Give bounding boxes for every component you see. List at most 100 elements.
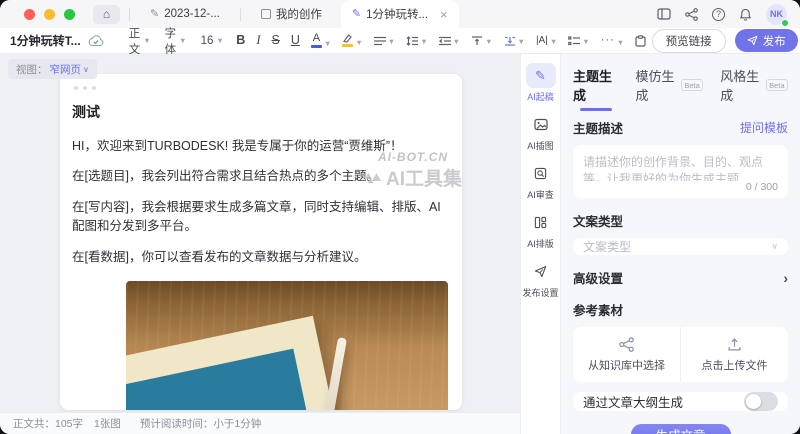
- letter-spacing-button[interactable]: |A| ▼: [536, 36, 557, 46]
- highlight-button[interactable]: ▼: [342, 34, 362, 47]
- underline-button[interactable]: U: [291, 34, 300, 47]
- doc-paragraph[interactable]: 在[写内容]，我会根据要求生成多篇文章，同时支持编辑、排版、AI配图和分发到多平…: [72, 198, 450, 237]
- doc-heading[interactable]: 测试: [72, 102, 450, 122]
- photo-paper: Start.: [126, 316, 358, 410]
- read-time: 预计阅读时间：小于1分钟: [140, 416, 261, 431]
- chevron-down-icon: ▼: [179, 37, 186, 45]
- upload-icon: [727, 337, 742, 352]
- close-window-button[interactable]: [24, 9, 35, 20]
- paste-format-button[interactable]: [635, 35, 646, 47]
- doc-paragraph[interactable]: 在[看数据]，你可以查看发布的文章数据与分析建议。: [72, 248, 450, 267]
- outline-toggle-label: 通过文章大纲生成: [583, 392, 683, 411]
- rail-item-ai-review[interactable]: AI审查: [526, 161, 556, 201]
- home-icon: ⌂: [103, 7, 110, 21]
- copy-type-label: 文案类型: [573, 211, 788, 230]
- more-button[interactable]: ··· ▼: [601, 35, 624, 46]
- titlebar: ⌂ ✎ 2023-12-... 我的创作 ✎ 1分钟玩转... × ?: [0, 0, 800, 28]
- panel-tabs: 主题生成 模仿生成 Beta 风格生成 Beta: [573, 66, 788, 104]
- pencil-icon: ✎: [352, 9, 361, 20]
- copy-type-select[interactable]: 文案类型 ∨: [573, 238, 788, 255]
- bold-button[interactable]: B: [236, 34, 245, 47]
- divider: [240, 8, 241, 21]
- titlebar-actions: ? NK: [657, 4, 787, 25]
- font-size-select[interactable]: 16 ▼: [201, 35, 224, 47]
- preview-link-button[interactable]: 预览链接: [652, 29, 726, 53]
- pencil-icon: ✎: [150, 9, 159, 20]
- chevron-down-icon: ▼: [324, 40, 331, 48]
- tab-label: 我的创作: [276, 6, 322, 22]
- chevron-down-icon: ▼: [216, 37, 223, 45]
- select-from-kb-button[interactable]: 从知识库中选择: [573, 327, 680, 382]
- bell-icon[interactable]: [739, 8, 752, 21]
- paragraph-spacing-button[interactable]: ▼: [471, 36, 492, 46]
- rail-item-ai-illustration[interactable]: AI插图: [526, 112, 556, 152]
- indent-icon: [439, 36, 451, 46]
- outline-toggle-row: 通过文章大纲生成: [573, 392, 788, 411]
- minimize-window-button[interactable]: [44, 9, 55, 20]
- chevron-down-icon: ▼: [550, 38, 557, 46]
- chevron-down-icon: ▼: [388, 38, 395, 46]
- font-family-select[interactable]: 字体 ▼: [165, 25, 187, 57]
- tab-topic-generation[interactable]: 主题生成: [573, 66, 619, 104]
- margin-icon: [504, 36, 516, 46]
- chevron-down-icon: ▼: [582, 38, 589, 46]
- list-button[interactable]: ▼: [568, 36, 589, 46]
- chevron-down-icon: ▼: [453, 38, 460, 46]
- beta-badge: Beta: [681, 79, 703, 91]
- tab-style-generation[interactable]: 风格生成 Beta: [720, 66, 788, 104]
- chevron-down-icon: ∨: [771, 241, 778, 252]
- paste-icon: [635, 35, 646, 47]
- share-icon[interactable]: [685, 8, 698, 21]
- font-color-icon: A: [311, 33, 322, 48]
- publish-button[interactable]: 发布: [735, 29, 798, 52]
- reference-cards: 从知识库中选择 点击上传文件: [573, 327, 788, 382]
- chevron-down-icon: ▼: [518, 38, 525, 46]
- char-counter: 0 / 300: [583, 181, 778, 193]
- rail-item-ai-layout[interactable]: AI排版: [526, 210, 556, 250]
- reference-material-label: 参考素材: [573, 300, 788, 319]
- strikethrough-button[interactable]: S: [272, 34, 280, 47]
- doc-paragraph[interactable]: 在[选题目]，我会列出符合需求且结合热点的多个主题。: [72, 167, 450, 186]
- inline-image-start[interactable]: Start.: [126, 281, 448, 410]
- tab-imitation-generation[interactable]: 模仿生成 Beta: [636, 66, 704, 104]
- home-button[interactable]: ⌂: [93, 5, 120, 24]
- chevron-down-icon: ▼: [617, 39, 624, 47]
- question-template-link[interactable]: 提问模板: [740, 119, 788, 136]
- online-badge: [781, 19, 789, 27]
- paragraph-style-select[interactable]: 正文 ▼: [129, 25, 151, 57]
- doc-paragraph[interactable]: HI，欢迎来到TURBODESK! 我是专属于你的运营“贾维斯”！: [72, 137, 450, 156]
- tab-my-creations[interactable]: 我的创作: [250, 0, 333, 28]
- tab-document-active[interactable]: ✎ 1分钟玩转... ×: [341, 0, 459, 28]
- chevron-down-icon: ∨: [83, 65, 89, 74]
- divider: [129, 8, 130, 21]
- traffic-lights: [24, 9, 75, 20]
- align-button[interactable]: ▼: [374, 36, 395, 46]
- rail-item-publish-settings[interactable]: 发布设置: [522, 259, 558, 299]
- line-height-button[interactable]: ▼: [406, 36, 427, 46]
- rail-item-ai-draft[interactable]: ✎ AI起稿: [526, 63, 556, 103]
- tab-label: 1分钟玩转...: [366, 6, 428, 22]
- view-mode-select[interactable]: 视图： 窄网页 ∨: [8, 59, 97, 79]
- list-icon: [568, 36, 580, 46]
- format-toolbar: 1分钟玩转T... 正文 ▼ 字体 ▼ 16 ▼ B I S U A ▼: [0, 28, 800, 54]
- topic-textarea-card: 0 / 300: [573, 145, 788, 198]
- zoom-window-button[interactable]: [64, 9, 75, 20]
- close-icon[interactable]: ×: [440, 8, 448, 21]
- outline-toggle[interactable]: [744, 392, 778, 411]
- document-page[interactable]: 测试 HI，欢迎来到TURBODESK! 我是专属于你的运营“贾维斯”！ 在[选…: [60, 74, 462, 410]
- avatar[interactable]: NK: [766, 4, 787, 25]
- chevron-down-icon: ▼: [355, 39, 362, 47]
- paper-plane-icon: [747, 35, 758, 46]
- margin-button[interactable]: ▼: [504, 36, 525, 46]
- topic-description-input[interactable]: [583, 153, 778, 181]
- layout-icon: [526, 210, 556, 235]
- sidebar-toggle-icon[interactable]: [657, 8, 671, 20]
- upload-file-button[interactable]: 点击上传文件: [680, 327, 788, 382]
- paragraph-spacing-icon: [471, 36, 483, 46]
- indent-button[interactable]: ▼: [439, 36, 460, 46]
- italic-button[interactable]: I: [256, 34, 260, 47]
- help-icon[interactable]: ?: [712, 8, 725, 21]
- generate-article-button[interactable]: 生成文章: [631, 424, 731, 434]
- font-color-button[interactable]: A ▼: [311, 33, 331, 48]
- advanced-settings-row[interactable]: 高级设置 ›: [573, 268, 788, 287]
